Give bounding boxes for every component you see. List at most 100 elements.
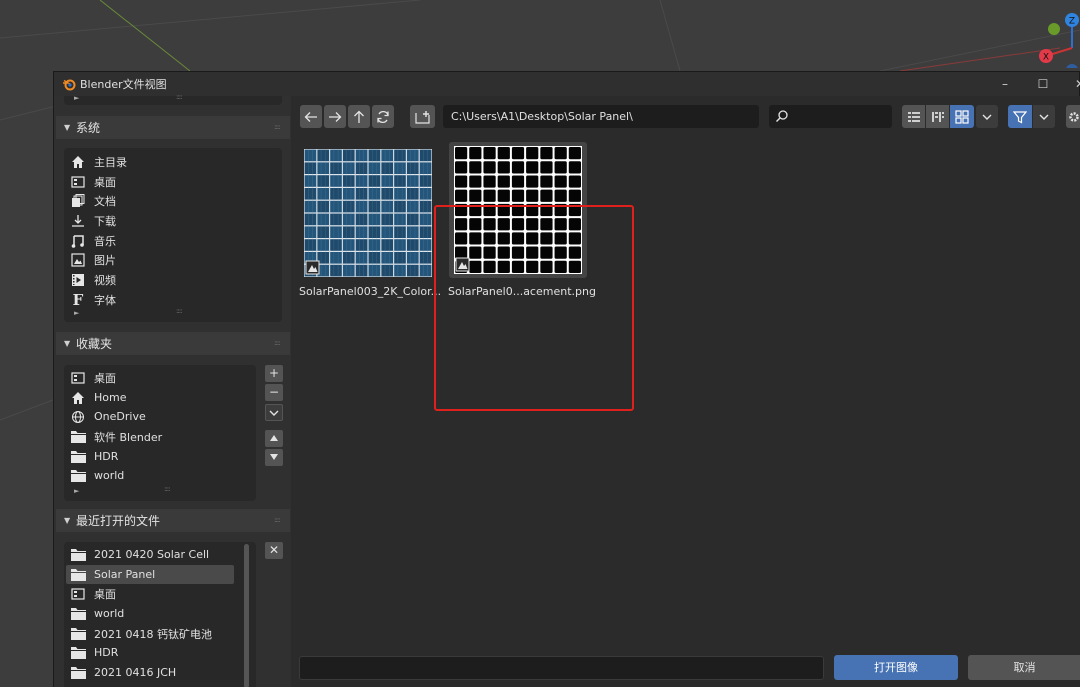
thumbnails-view-button[interactable]	[950, 105, 974, 128]
list-item-label: 软件 Blender	[94, 430, 163, 444]
filter-settings-dropdown[interactable]	[1033, 105, 1055, 128]
remove-bookmark-button[interactable]: −	[265, 384, 283, 401]
file-thumbnail-area: SolarPanel003_2K_Color... SolarPanel0...…	[291, 138, 1080, 642]
list-item-label: Solar Panel	[94, 568, 156, 581]
navigation-gizmo[interactable]: Z X	[1030, 8, 1080, 68]
file-thumbnail[interactable]: SolarPanel003_2K_Color...	[299, 146, 441, 298]
settings-gear-button[interactable]	[1066, 105, 1080, 128]
expand-arrow-icon[interactable]: ►	[74, 94, 79, 102]
list-item-label: Home	[94, 391, 127, 404]
resize-grip-icon[interactable]: ::::	[164, 485, 171, 493]
desktop-icon	[70, 370, 86, 386]
color-texture-preview	[304, 149, 432, 277]
folder-icon	[70, 468, 86, 484]
maximize-button[interactable]: ☐	[1034, 75, 1052, 93]
forward-button[interactable]	[324, 105, 346, 128]
close-window-button[interactable]: ✕	[1071, 75, 1080, 93]
resize-grip-icon[interactable]: ::::	[176, 307, 183, 315]
recent-item[interactable]: 2021 0416 JCH	[66, 663, 236, 682]
horizontal-list-view-button[interactable]	[926, 105, 949, 128]
folder-icon	[70, 626, 86, 642]
vertical-list-view-button[interactable]	[902, 105, 925, 128]
recent-item-selected[interactable]: Solar Panel	[66, 565, 234, 584]
svg-text:X: X	[1043, 53, 1049, 63]
resize-grip-icon[interactable]: ::::	[176, 93, 183, 101]
desktop-icon	[70, 586, 86, 602]
recent-item[interactable]: 2021 0420 Solar Cell	[66, 545, 236, 564]
system-item-music[interactable]: 音乐	[66, 231, 280, 250]
drag-handle-icon[interactable]: ::::	[274, 339, 284, 347]
collapse-arrow-icon: ▼	[64, 339, 71, 348]
svg-text:Z: Z	[1069, 17, 1075, 27]
folder-icon	[70, 665, 86, 681]
directory-path-field[interactable]: C:\Users\A1\Desktop\Solar Panel\	[443, 105, 759, 128]
system-item-downloads[interactable]: 下载	[66, 211, 280, 230]
system-item-home[interactable]: 主目录	[66, 152, 280, 171]
filter-toggle-button[interactable]	[1008, 105, 1032, 128]
blender-logo-icon	[63, 79, 76, 91]
recent-item[interactable]: HDR	[66, 643, 236, 662]
documents-icon	[70, 193, 86, 209]
refresh-button[interactable]	[372, 105, 394, 128]
recent-scrollbar[interactable]	[244, 544, 249, 687]
folder-icon	[70, 567, 86, 583]
search-icon	[776, 110, 788, 122]
drag-handle-icon[interactable]: ::::	[274, 516, 284, 524]
recent-list: 2021 0420 Solar Cell Solar Panel 桌面 worl…	[64, 542, 256, 687]
filename-input[interactable]	[299, 656, 824, 680]
open-image-button[interactable]: 打开图像	[834, 655, 958, 680]
drag-handle-icon[interactable]: ::::	[274, 123, 284, 131]
bookmark-item-home[interactable]: Home	[66, 388, 254, 407]
recent-item[interactable]: world	[66, 604, 236, 623]
list-item-label: HDR	[94, 450, 119, 463]
system-item-videos[interactable]: 视频	[66, 270, 280, 289]
display-settings-dropdown[interactable]	[976, 105, 998, 128]
list-item-label: 音乐	[94, 234, 116, 248]
bookmark-item-world[interactable]: world	[66, 466, 254, 485]
parent-directory-button[interactable]	[348, 105, 370, 128]
cancel-button[interactable]: 取消	[968, 655, 1080, 680]
bookmark-item-hdr[interactable]: HDR	[66, 447, 254, 466]
recent-item[interactable]: 桌面	[66, 584, 236, 603]
list-item-label: 2021 0420 Solar Cell	[94, 548, 210, 561]
list-item-label: OneDrive	[94, 410, 146, 423]
bookmark-item-blender[interactable]: 软件 Blender	[66, 427, 254, 446]
bookmarks-panel-header[interactable]: ▼ 收藏夹 ::::	[56, 332, 290, 355]
gear-icon	[1068, 111, 1079, 122]
new-folder-button[interactable]	[410, 105, 435, 128]
bookmarks-menu-button[interactable]	[265, 404, 283, 421]
system-item-desktop[interactable]: 桌面	[66, 172, 280, 191]
folder-icon	[70, 606, 86, 622]
system-item-fonts[interactable]: F 字体	[66, 290, 280, 309]
list-item-label: world	[94, 607, 125, 620]
list-item-label: 桌面	[94, 371, 116, 385]
clear-recent-button[interactable]: ✕	[265, 542, 283, 559]
system-panel-header[interactable]: ▼ 系统 ::::	[56, 116, 290, 139]
list-item-label: 视频	[94, 273, 116, 287]
toolbar: C:\Users\A1\Desktop\Solar Panel\	[291, 96, 1080, 138]
home-icon	[70, 154, 86, 170]
bookmark-item-desktop[interactable]: 桌面	[66, 368, 254, 387]
move-up-button[interactable]	[265, 430, 283, 447]
list-item-label: 2021 0416 JCH	[94, 666, 177, 679]
system-item-documents[interactable]: 文档	[66, 191, 280, 210]
bookmark-item-onedrive[interactable]: OneDrive	[66, 407, 254, 426]
red-highlight-box	[434, 205, 634, 411]
recent-panel-title: 最近打开的文件	[76, 514, 161, 528]
bookmarks-list: 桌面 Home OneDrive 软件 Blender HDR world ► …	[64, 365, 256, 501]
back-button[interactable]	[300, 105, 322, 128]
list-item-label: 文档	[94, 194, 116, 208]
picture-icon	[70, 252, 86, 268]
search-field[interactable]	[769, 105, 892, 128]
minimize-button[interactable]: –	[996, 75, 1014, 93]
add-bookmark-button[interactable]: +	[265, 365, 283, 382]
move-down-button[interactable]	[265, 449, 283, 466]
bottom-bar: 打开图像 取消	[291, 642, 1080, 687]
collapse-arrow-icon: ▼	[64, 123, 71, 132]
expand-arrow-icon[interactable]: ►	[74, 309, 79, 317]
system-item-pictures[interactable]: 图片	[66, 250, 280, 269]
expand-arrow-icon[interactable]: ►	[74, 487, 79, 495]
system-list: 主目录 桌面 文档 下载 音乐 图片 视频 F 字体 ►::::	[64, 148, 282, 322]
recent-panel-header[interactable]: ▼ 最近打开的文件 ::::	[56, 509, 290, 532]
recent-item[interactable]: 2021 0418 钙钛矿电池	[66, 624, 236, 643]
